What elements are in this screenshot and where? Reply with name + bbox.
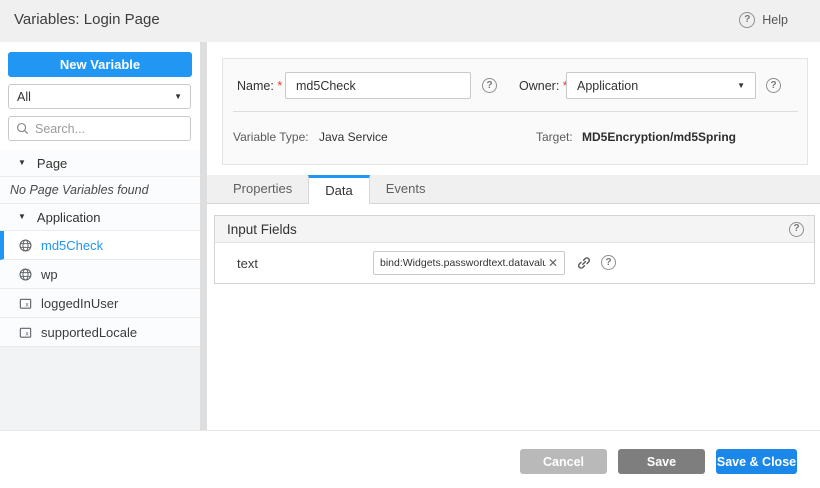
name-help-icon[interactable]: ?: [482, 78, 497, 93]
target-value: MD5Encryption/md5Spring: [582, 130, 736, 144]
save-button[interactable]: Save: [618, 449, 705, 474]
tree-group-page-label: Page: [37, 156, 67, 171]
save-and-close-button[interactable]: Save & Close: [716, 449, 797, 474]
service-variable-icon: [18, 238, 33, 253]
name-label: Name: *: [237, 79, 282, 93]
svg-text:x: x: [26, 301, 29, 308]
input-fields-panel: Input Fields ? text ✕ ?: [214, 215, 815, 284]
variable-filter-select[interactable]: All ▼: [8, 84, 191, 109]
variable-type-value: Java Service: [319, 130, 388, 144]
variables-tree: ▼ Page No Page Variables found ▼ Applica…: [0, 150, 200, 432]
chevron-down-icon: ▼: [737, 82, 745, 90]
service-variable-icon: [18, 267, 33, 282]
field-name-label: text: [237, 256, 258, 271]
tree-item-loggedinuser[interactable]: x loggedInUser: [0, 289, 200, 318]
panel-separator: [233, 111, 798, 112]
tree-group-application[interactable]: ▼ Application: [0, 204, 200, 231]
tree-item-md5check[interactable]: md5Check: [0, 231, 200, 260]
sidebar-divider: [200, 42, 207, 430]
dialog-footer: Cancel Save Save & Close: [0, 431, 820, 488]
clear-icon[interactable]: ✕: [546, 257, 560, 269]
new-variable-button[interactable]: New Variable: [8, 52, 192, 77]
detail-tabbar: Properties Data Events: [207, 175, 820, 204]
owner-label: Owner: *: [519, 79, 568, 93]
input-field-row: text ✕ ?: [215, 243, 814, 284]
tree-group-page[interactable]: ▼ Page: [0, 150, 200, 177]
tree-item-wp[interactable]: wp: [0, 260, 200, 289]
help-icon: ?: [739, 12, 755, 28]
variable-type-label: Variable Type:: [233, 130, 309, 144]
page-variables-empty-text: No Page Variables found: [0, 177, 200, 204]
tree-empty-space: [0, 347, 200, 432]
tree-item-label: wp: [41, 267, 58, 282]
variable-filter-value: All: [17, 90, 31, 104]
bind-link-icon[interactable]: [576, 255, 592, 271]
tree-item-label: md5Check: [41, 238, 103, 253]
bind-expression-input-wrap: ✕: [373, 251, 565, 275]
owner-help-icon[interactable]: ?: [766, 78, 781, 93]
help-button[interactable]: ? Help: [739, 12, 788, 28]
required-asterisk: *: [277, 79, 282, 93]
static-variable-icon: x: [18, 296, 33, 311]
input-fields-header: Input Fields ?: [215, 216, 814, 243]
variable-detail-pane: Name: * ? Owner: * Application ▼ ? Varia…: [207, 42, 820, 430]
tab-properties[interactable]: Properties: [217, 175, 308, 203]
owner-select[interactable]: Application ▼: [566, 72, 756, 99]
collapse-triangle-icon: ▼: [18, 213, 26, 221]
variables-dialog: Variables: Login Page ? Help New Variabl…: [0, 0, 820, 488]
owner-select-value: Application: [577, 79, 638, 93]
search-icon: [16, 122, 29, 135]
input-fields-title: Input Fields: [227, 222, 297, 237]
tree-item-label: supportedLocale: [41, 325, 137, 340]
target-label: Target:: [536, 130, 573, 144]
cancel-button[interactable]: Cancel: [520, 449, 607, 474]
chevron-down-icon: ▼: [174, 93, 182, 101]
field-help-icon[interactable]: ?: [601, 255, 616, 270]
tree-item-label: loggedInUser: [41, 296, 118, 311]
search-box[interactable]: [8, 116, 191, 141]
svg-text:x: x: [26, 330, 29, 337]
name-input[interactable]: [285, 72, 471, 99]
static-variable-icon: x: [18, 325, 33, 340]
search-input[interactable]: [35, 122, 183, 136]
bind-expression-input[interactable]: [380, 257, 546, 269]
tree-item-supportedlocale[interactable]: x supportedLocale: [0, 318, 200, 347]
tab-data[interactable]: Data: [308, 175, 369, 204]
help-label: Help: [762, 13, 788, 27]
tab-events[interactable]: Events: [370, 175, 442, 203]
variables-sidebar: New Variable All ▼ ▼ Page No Page Variab…: [0, 42, 200, 430]
tree-group-application-label: Application: [37, 210, 101, 225]
dialog-header: Variables: Login Page ? Help: [0, 0, 820, 42]
variable-summary-panel: Name: * ? Owner: * Application ▼ ? Varia…: [222, 58, 808, 165]
collapse-triangle-icon: ▼: [18, 159, 26, 167]
page-title: Variables: Login Page: [14, 11, 160, 28]
input-fields-help-icon[interactable]: ?: [789, 222, 804, 237]
